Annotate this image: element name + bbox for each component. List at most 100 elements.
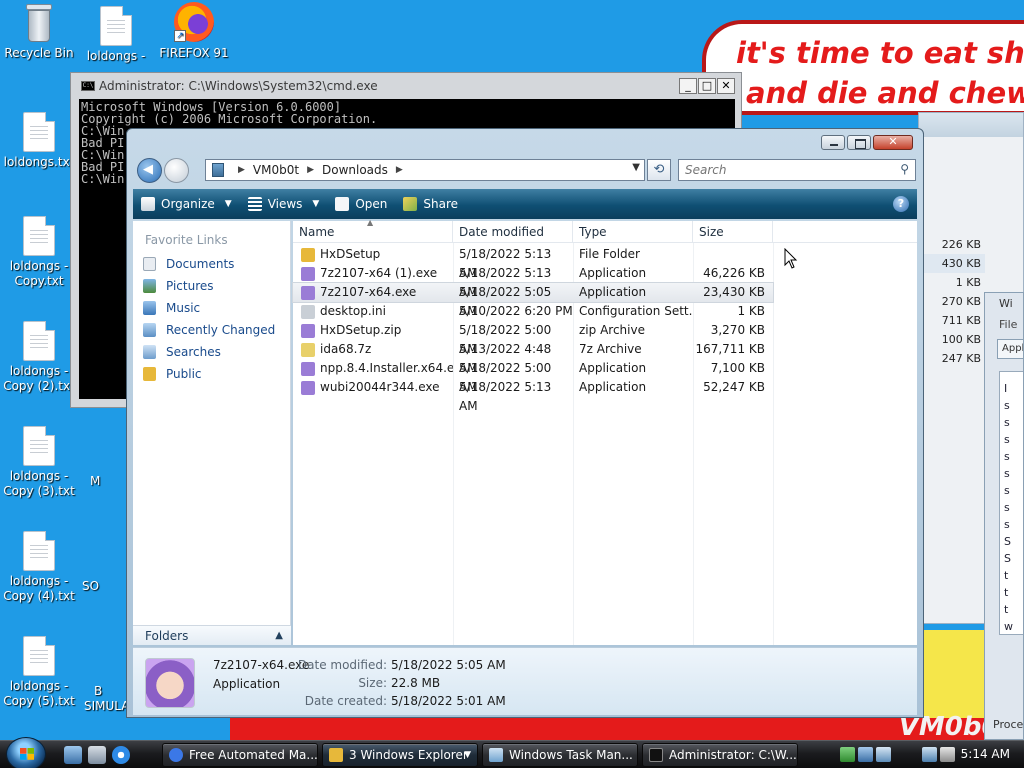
breadcrumb-downloads[interactable]: Downloads: [322, 163, 388, 177]
file-row[interactable]: HxDSetup.zip 5/18/2022 5:00 AM zip Archive…: [293, 321, 773, 356]
file-row[interactable]: 7z2107-x64 (1).exe 5/18/2022 5:13 AM Appli…: [293, 264, 773, 299]
address-dropdown-icon[interactable]: ▼: [632, 162, 640, 173]
file-type: Configuration Sett...: [579, 304, 693, 318]
task-row[interactable]: I: [1004, 380, 1023, 397]
desktop-icon-partial-m[interactable]: M: [90, 474, 100, 488]
file-row[interactable]: desktop.ini 5/10/2022 6:20 PM Configuratio…: [293, 302, 773, 321]
close-button[interactable]: [873, 135, 913, 150]
nav-link-documents[interactable]: Documents: [133, 253, 290, 275]
maximize-button[interactable]: [847, 135, 871, 150]
task-manager-window[interactable]: Wi File Appli I s s s s s s s s S S t t …: [984, 292, 1024, 740]
breadcrumb-vm0b0t[interactable]: VM0b0t: [253, 163, 299, 177]
task-row[interactable]: S: [1004, 533, 1023, 550]
minimize-button[interactable]: _: [679, 78, 697, 94]
refresh-button[interactable]: ⟲: [647, 159, 671, 181]
desktop-icon-loldongs-copy-5[interactable]: loldongs - Copy (5).txt: [0, 636, 78, 709]
clock[interactable]: 5:14 AM: [961, 741, 1010, 768]
desktop-icon-partial-so[interactable]: SO: [82, 579, 99, 593]
nav-link-music[interactable]: Music: [133, 297, 290, 319]
search-box[interactable]: ⚲: [678, 159, 916, 181]
background-window-titlebar[interactable]: [919, 113, 1023, 137]
address-bar[interactable]: ▶ VM0b0t ▶ Downloads ▶ ▼: [205, 159, 645, 181]
taskbar-button-windows-explorer[interactable]: 3 Windows Explorer ▼: [322, 743, 478, 767]
task-row[interactable]: s: [1004, 414, 1023, 431]
task-row[interactable]: S: [1004, 550, 1023, 567]
open-button[interactable]: Open: [327, 189, 395, 219]
volume-muted-icon[interactable]: [940, 747, 955, 762]
forward-button[interactable]: [164, 158, 189, 183]
share-button[interactable]: Share: [395, 189, 466, 219]
task-row[interactable]: s: [1004, 465, 1023, 482]
wallpaper-banner-line1: it's time to eat shit: [736, 36, 1024, 70]
breadcrumb-separator-icon[interactable]: ▶: [299, 165, 322, 175]
show-desktop-icon[interactable]: [64, 746, 82, 764]
task-row[interactable]: t: [1004, 567, 1023, 584]
nav-link-public[interactable]: Public: [133, 363, 290, 385]
desktop-icon-partial-simula[interactable]: SIMULA: [84, 699, 129, 713]
app-icon: [301, 266, 315, 281]
app-tray-icon[interactable]: [876, 747, 891, 762]
taskbar-button-cmd[interactable]: Administrator: C:\W...: [642, 743, 798, 767]
nav-link-recently-changed[interactable]: Recently Changed: [133, 319, 290, 341]
file-row[interactable]: ida68.7z 5/13/2022 4:48 AM 7z Archive 167,7…: [293, 340, 773, 375]
task-manager-list[interactable]: I s s s s s s s s S S t t t w: [999, 371, 1023, 635]
file-row[interactable]: HxDSetup 5/18/2022 5:13 AM File Folder: [293, 245, 773, 280]
internet-explorer-icon[interactable]: [112, 746, 130, 764]
breadcrumb-separator-icon[interactable]: ▶: [388, 165, 411, 175]
desktop-icon-loldongs-txt[interactable]: loldongs.txt: [0, 112, 78, 170]
maximize-button[interactable]: □: [698, 78, 716, 94]
column-header-name[interactable]: ▲ Name: [293, 218, 453, 243]
explorer-window[interactable]: ▶ VM0b0t ▶ Downloads ▶ ▼ ⟲ ⚲ Organize ▼ …: [126, 128, 924, 718]
app-tray-icon[interactable]: [858, 747, 873, 762]
task-row[interactable]: s: [1004, 397, 1023, 414]
folders-toggle[interactable]: Folders ▲: [133, 625, 291, 645]
desktop-icon-loldongs-copy-3[interactable]: loldongs - Copy (3).txt: [0, 426, 78, 499]
system-tray: 5:14 AM: [836, 741, 1024, 768]
network-icon[interactable]: [922, 747, 937, 762]
close-button[interactable]: ✕: [717, 78, 735, 94]
file-row[interactable]: 7z2107-x64.exe 5/18/2022 5:05 AM Applicati…: [292, 282, 774, 318]
task-row[interactable]: w: [1004, 618, 1023, 635]
search-icon[interactable]: ⚲: [900, 162, 909, 176]
start-button[interactable]: [6, 737, 46, 768]
desktop-icon-loldongs-copy[interactable]: loldongs - Copy.txt: [0, 216, 78, 289]
task-manager-menu-file[interactable]: File: [985, 310, 1023, 331]
switch-windows-icon[interactable]: [88, 746, 106, 764]
task-row[interactable]: t: [1004, 601, 1023, 618]
performance-icon[interactable]: [840, 747, 855, 762]
task-row[interactable]: s: [1004, 499, 1023, 516]
task-manager-tab-applications[interactable]: Appli: [997, 339, 1023, 359]
desktop-icon-recycle-bin[interactable]: Recycle Bin: [0, 4, 78, 61]
task-row[interactable]: s: [1004, 516, 1023, 533]
cmd-titlebar[interactable]: C:\ Administrator: C:\Windows\System32\c…: [71, 73, 741, 99]
nav-link-searches[interactable]: Searches: [133, 341, 290, 363]
back-button[interactable]: [137, 158, 162, 183]
minimize-button[interactable]: [821, 135, 845, 150]
nav-link-pictures[interactable]: Pictures: [133, 275, 290, 297]
column-header-date-modified[interactable]: Date modified: [453, 221, 573, 243]
task-row[interactable]: s: [1004, 482, 1023, 499]
desktop-icon-loldongs-copy-2[interactable]: loldongs - Copy (2).txt: [0, 321, 78, 394]
file-name: npp.8.4.Installer.x64.exe: [320, 361, 453, 375]
file-row[interactable]: npp.8.4.Installer.x64.exe 5/18/2022 5:00 …: [293, 359, 773, 394]
task-row[interactable]: t: [1004, 584, 1023, 601]
task-row[interactable]: s: [1004, 431, 1023, 448]
search-input[interactable]: [679, 160, 879, 180]
file-list[interactable]: ▲ Name Date modified Type Size HxDSetup 5/…: [292, 218, 917, 645]
views-button[interactable]: Views ▼: [240, 189, 328, 219]
breadcrumb-separator-icon[interactable]: ▶: [230, 165, 253, 175]
desktop-icon-partial-b[interactable]: B: [94, 684, 102, 698]
column-header-label: Date modified: [459, 225, 545, 239]
column-header-size[interactable]: Size: [693, 221, 773, 243]
task-row[interactable]: s: [1004, 448, 1023, 465]
column-header-type[interactable]: Type: [573, 221, 693, 243]
desktop-icon-loldongs[interactable]: loldongs -: [77, 6, 155, 64]
file-size: [693, 245, 765, 264]
desktop-icon-firefox[interactable]: ↗ FIREFOX 91: [155, 2, 233, 61]
desktop-icon-loldongs-copy-4[interactable]: loldongs - Copy (4).txt: [0, 531, 78, 604]
file-row[interactable]: wubi20044r344.exe 5/18/2022 5:13 AM Applic…: [293, 378, 773, 413]
help-icon[interactable]: ?: [893, 196, 909, 212]
organize-button[interactable]: Organize ▼: [133, 189, 240, 219]
taskbar-button-firefox[interactable]: Free Automated Ma...: [162, 743, 318, 767]
taskbar-button-task-manager[interactable]: Windows Task Man...: [482, 743, 638, 767]
